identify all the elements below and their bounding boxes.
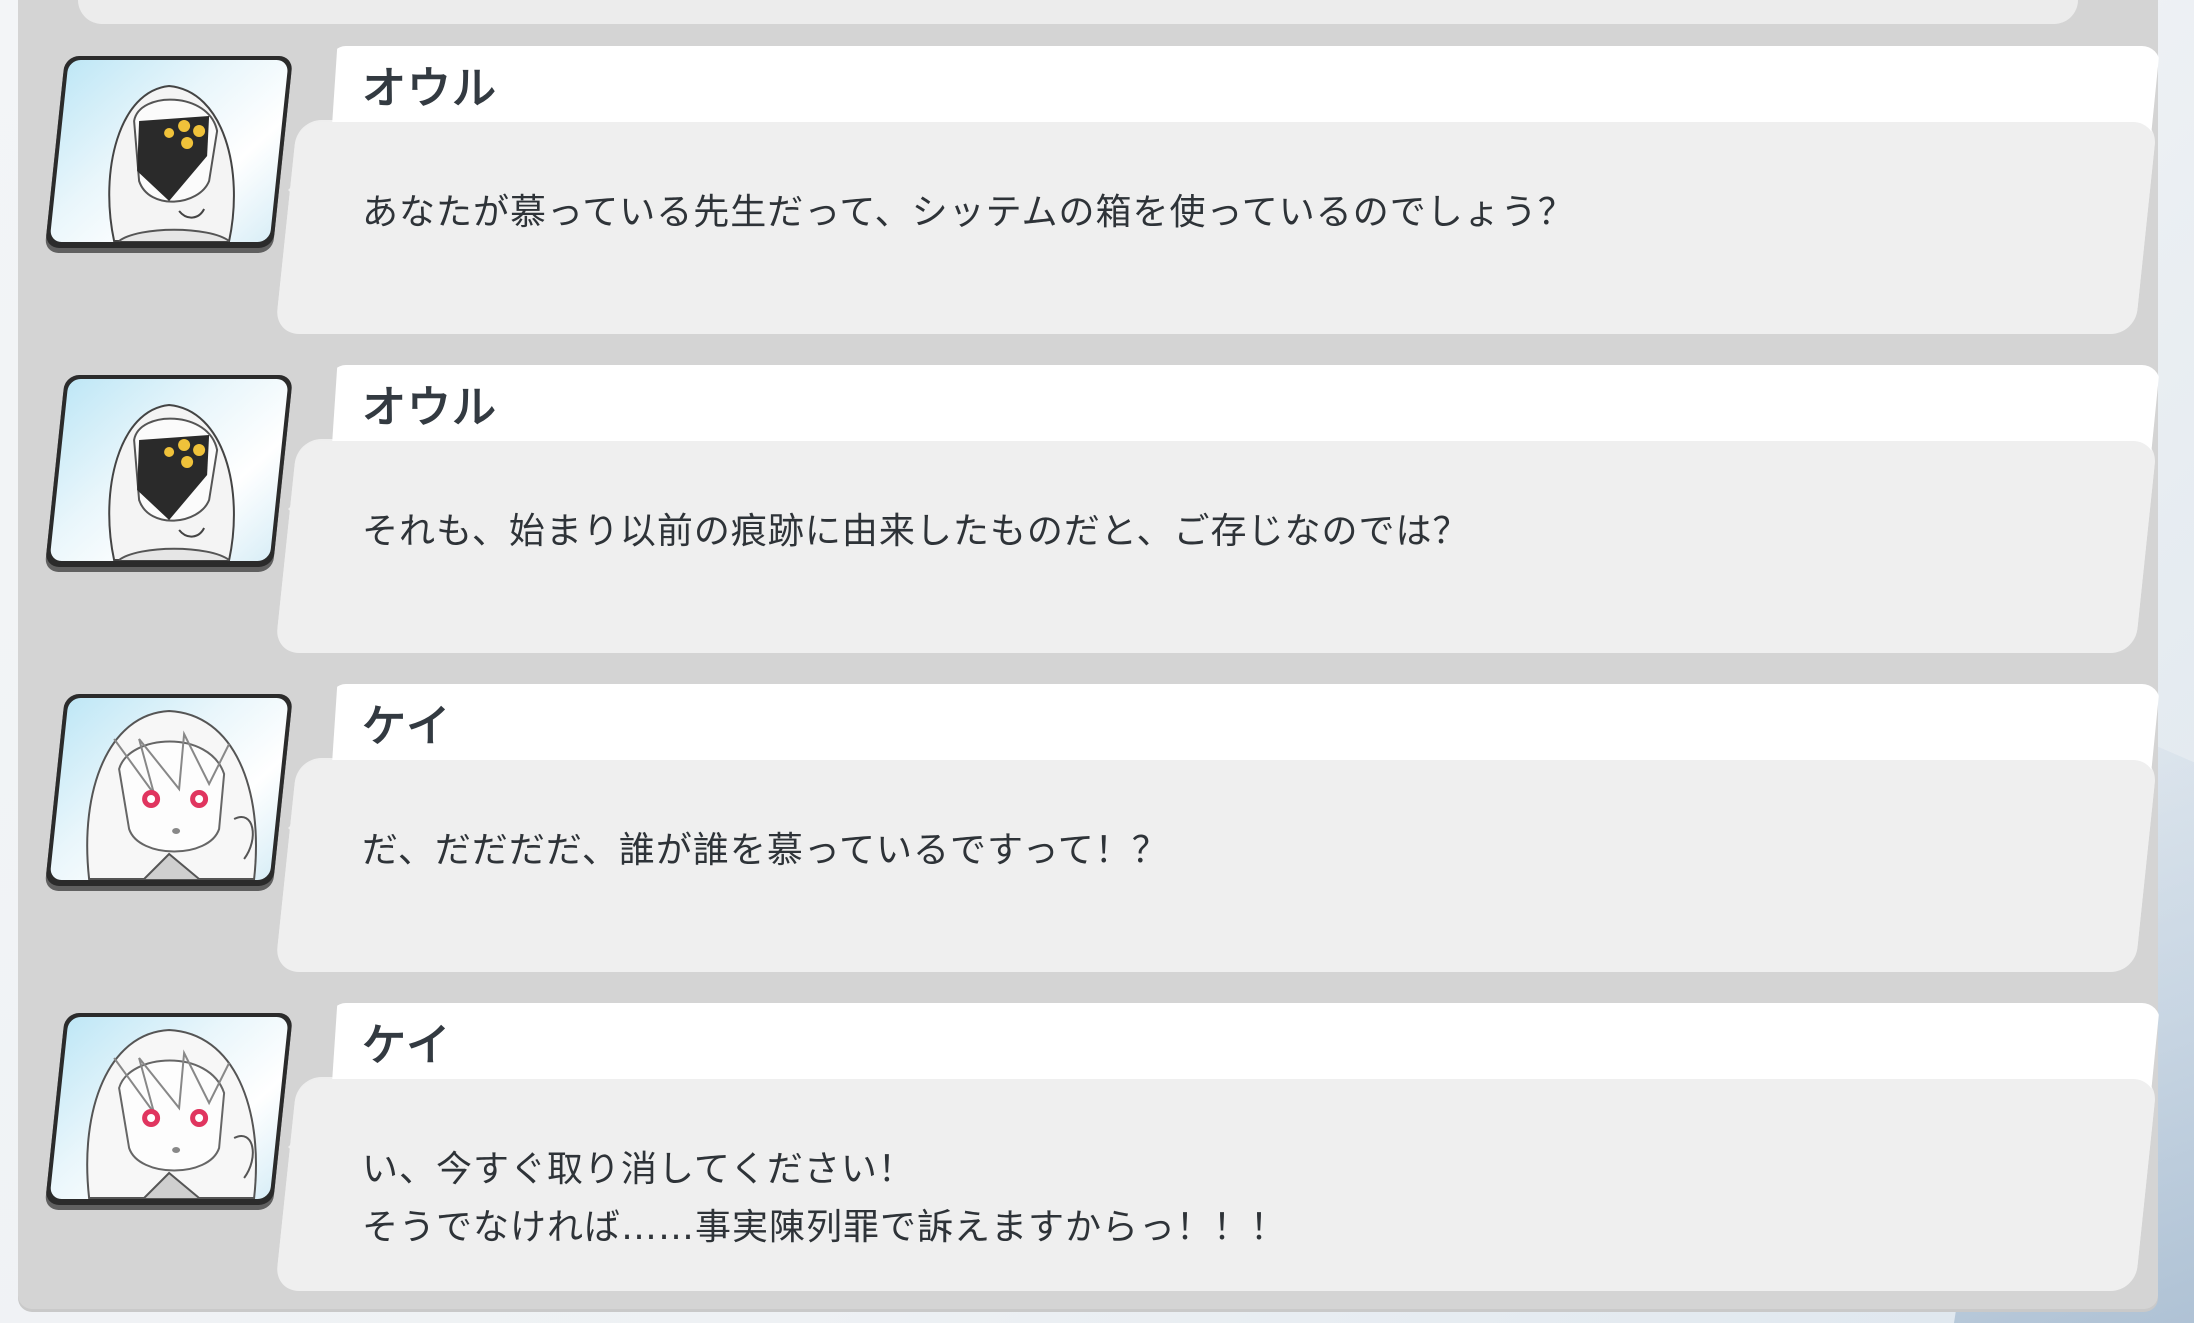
speaker-name: オウル bbox=[362, 382, 497, 433]
message-text: い、今すぐ取り消してください！ そうでなければ……事実陳列罪で訴えますからっ！！… bbox=[362, 1149, 1288, 1248]
log-entry: オウル それも、始まり以前の痕跡に由来したものだと、ご存じなのでは？ bbox=[0, 353, 2194, 663]
log-entry: ケイ い、今すぐ取り消してください！ そうでなければ……事実陳列罪で訴えますから… bbox=[0, 991, 2194, 1301]
speaker-name: ケイ bbox=[362, 1020, 452, 1071]
owl-portrait-icon bbox=[49, 60, 289, 242]
kei-portrait-icon bbox=[86, 709, 257, 880]
owl-portrait-icon bbox=[108, 403, 235, 561]
speaker-name: ケイ bbox=[362, 701, 452, 752]
message-text: だ、だだだだ、誰が誰を慕っているですって！？ bbox=[362, 830, 1169, 871]
kei-portrait-icon bbox=[49, 698, 289, 880]
speaker-avatar bbox=[44, 375, 294, 567]
speaker-avatar bbox=[44, 694, 294, 886]
message-text: あなたが慕っている先生だって、シッテムの箱を使っているのでしょう？ bbox=[362, 192, 1575, 233]
bubble-pointer bbox=[288, 162, 318, 218]
bubble-pointer bbox=[288, 800, 318, 856]
log-entry: オウル あなたが慕っている先生だって、シッテムの箱を使っているのでしょう？ bbox=[0, 34, 2194, 344]
kei-portrait-icon bbox=[86, 1028, 257, 1199]
dialogue-log-screen: オウル あなたが慕っている先生だって、シッテムの箱を使っているのでしょう？ オウ… bbox=[0, 0, 2194, 1323]
previous-entry-edge bbox=[78, 0, 2078, 24]
kei-portrait-icon bbox=[49, 1017, 289, 1199]
message-text: それも、始まり以前の痕跡に由来したものだと、ご存じなのでは？ bbox=[362, 511, 1470, 552]
log-entry: ケイ だ、だだだだ、誰が誰を慕っているですって！？ bbox=[0, 672, 2194, 982]
speaker-avatar bbox=[44, 1013, 294, 1205]
speaker-avatar bbox=[44, 56, 294, 248]
speaker-name: オウル bbox=[362, 63, 497, 114]
owl-portrait-icon bbox=[49, 379, 289, 561]
bubble-pointer bbox=[288, 481, 318, 537]
owl-portrait-icon bbox=[108, 84, 235, 242]
bubble-pointer bbox=[288, 1119, 318, 1175]
